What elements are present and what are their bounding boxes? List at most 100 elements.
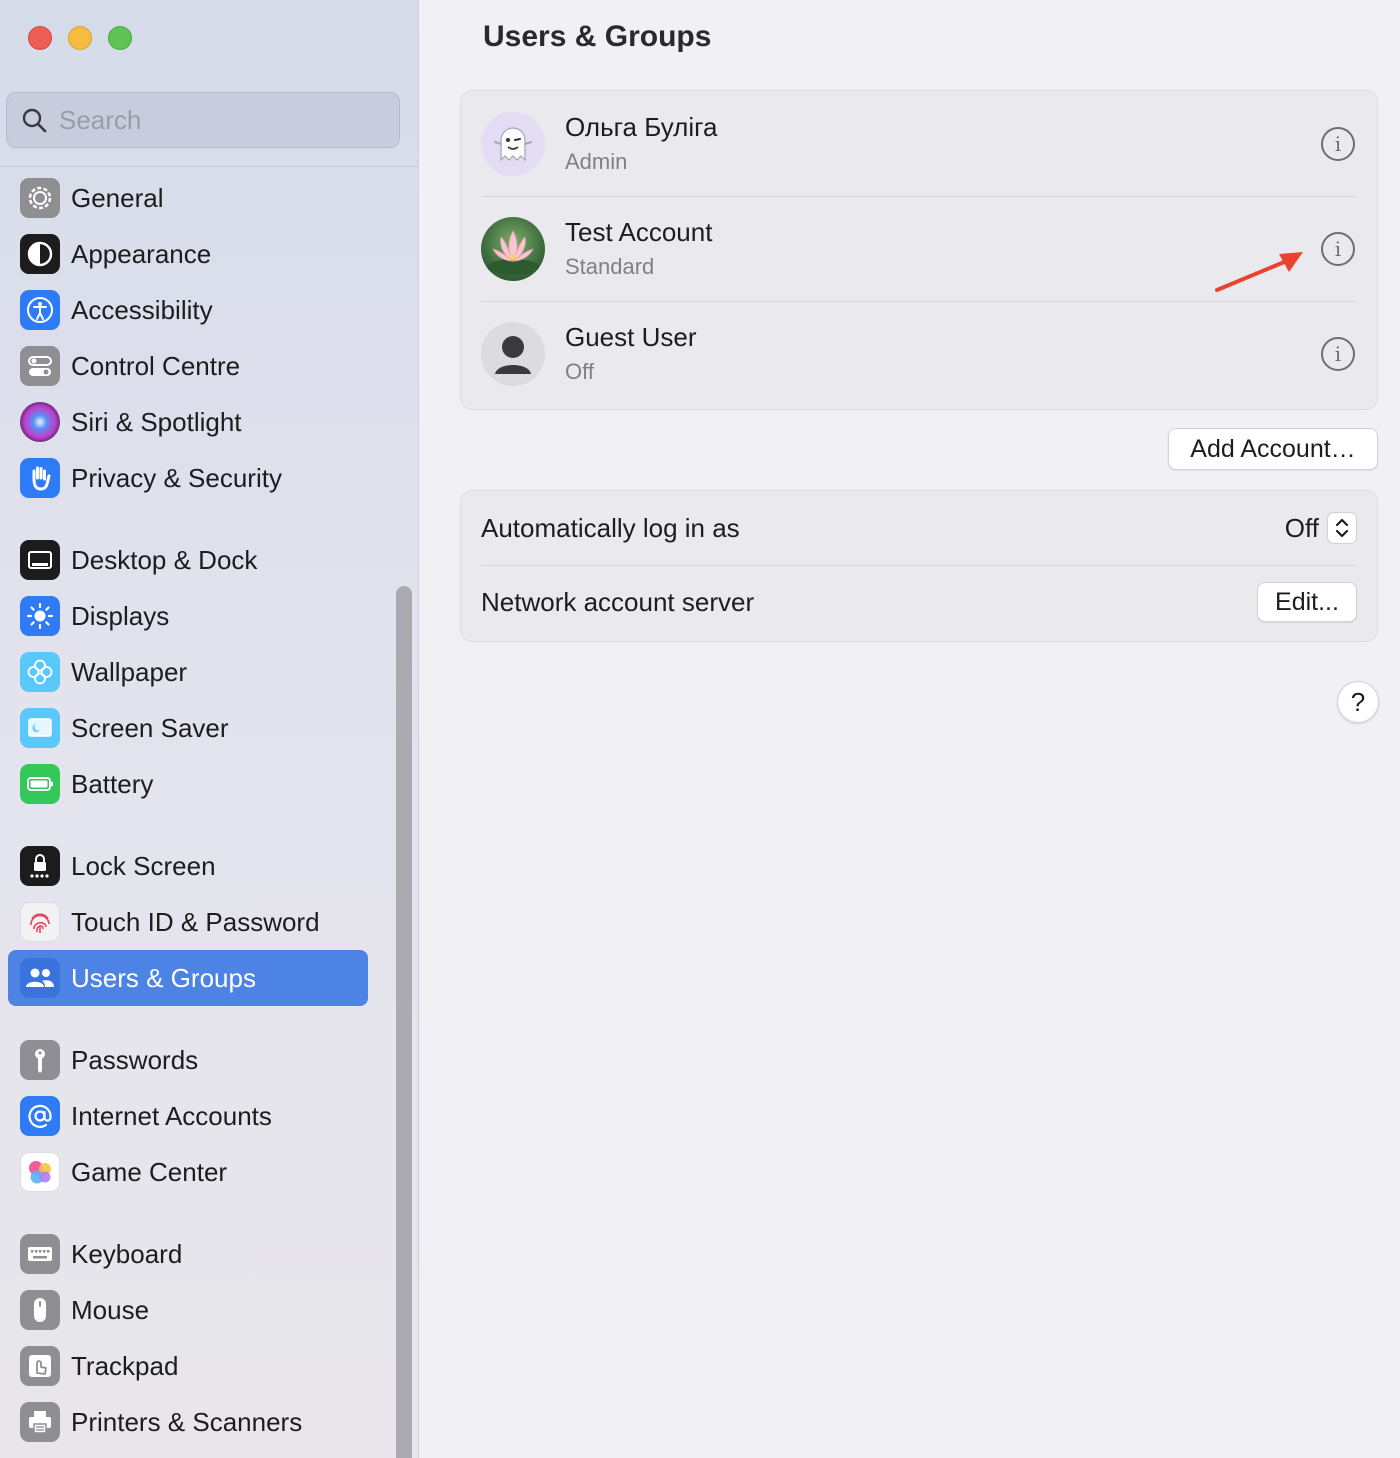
user-role: Off	[565, 359, 594, 384]
login-settings: Automatically log in as Off Network acco…	[460, 490, 1378, 642]
gear-icon	[20, 178, 60, 218]
key-icon	[20, 1040, 60, 1080]
trackpad-icon	[20, 1346, 60, 1386]
sidebar-item-label: Appearance	[71, 238, 212, 269]
sidebar-item-touch-id[interactable]: Touch ID & Password	[8, 894, 368, 950]
lotus-avatar-icon	[481, 216, 545, 281]
accessibility-icon	[20, 290, 60, 330]
sidebar-item-label: Screen Saver	[71, 712, 229, 743]
window-controls	[28, 26, 132, 50]
sidebar-item-label: Displays	[71, 600, 170, 631]
search-input[interactable]	[59, 104, 379, 136]
sidebar-item-label: Accessibility	[71, 294, 213, 325]
sidebar-item-label: Passwords	[71, 1044, 199, 1075]
sidebar: General Appearance Accessibility Control…	[0, 0, 419, 1458]
sidebar-item-users-groups[interactable]: Users & Groups	[8, 950, 368, 1006]
sun-icon	[20, 596, 60, 636]
hand-icon	[20, 458, 60, 498]
auto-login-select[interactable]: Off	[1285, 512, 1357, 544]
info-icon[interactable]: i	[1321, 336, 1355, 371]
siri-icon	[20, 402, 60, 442]
add-account-button[interactable]: Add Account…	[1168, 428, 1378, 470]
sidebar-item-label: Trackpad	[71, 1350, 179, 1381]
auto-login-label: Automatically log in as	[481, 512, 740, 543]
info-icon[interactable]: i	[1321, 231, 1355, 266]
help-button[interactable]: ?	[1337, 681, 1379, 723]
sidebar-item-label: Users & Groups	[71, 962, 256, 993]
sidebar-item-label: Wallpaper	[71, 656, 188, 687]
game-center-icon	[20, 1152, 60, 1192]
edit-network-server-button[interactable]: Edit...	[1257, 582, 1357, 622]
auto-login-row: Automatically log in as Off	[461, 491, 1377, 565]
sidebar-item-desktop-dock[interactable]: Desktop & Dock	[8, 532, 368, 588]
sidebar-item-printers-scanners[interactable]: Printers & Scanners	[8, 1394, 368, 1450]
person-avatar-icon	[481, 321, 545, 386]
sidebar-item-label: Mouse	[71, 1294, 150, 1325]
user-role: Standard	[565, 254, 655, 279]
sidebar-item-displays[interactable]: Displays	[8, 588, 368, 644]
sidebar-item-control-centre[interactable]: Control Centre	[8, 338, 368, 394]
screen-saver-icon	[20, 708, 60, 748]
sidebar-item-label: General	[71, 182, 164, 213]
zoom-window-button[interactable]	[108, 26, 132, 50]
sidebar-item-siri-spotlight[interactable]: Siri & Spotlight	[8, 394, 368, 450]
flower-icon	[20, 652, 60, 692]
sidebar-item-screen-saver[interactable]: Screen Saver	[8, 700, 368, 756]
at-sign-icon	[20, 1096, 60, 1136]
sidebar-item-battery[interactable]: Battery	[8, 756, 368, 812]
sidebar-item-label: Desktop & Dock	[71, 544, 258, 575]
sidebar-item-label: Battery	[71, 768, 154, 799]
lock-icon	[20, 846, 60, 886]
sidebar-item-label: Printers & Scanners	[71, 1406, 303, 1437]
search-icon	[22, 108, 47, 133]
sidebar-item-label: Game Center	[71, 1156, 228, 1187]
auto-login-value: Off	[1284, 512, 1319, 543]
sidebar-item-general[interactable]: General	[8, 170, 368, 226]
sidebar-item-label: Lock Screen	[71, 850, 216, 881]
control-centre-icon	[20, 346, 60, 386]
network-server-label: Network account server	[481, 586, 755, 617]
sidebar-item-mouse[interactable]: Mouse	[8, 1282, 368, 1338]
sidebar-item-label: Control Centre	[71, 350, 241, 381]
sidebar-item-trackpad[interactable]: Trackpad	[8, 1338, 368, 1394]
page-title: Users & Groups	[483, 20, 712, 53]
user-role: Admin	[565, 149, 628, 174]
sidebar-item-game-center[interactable]: Game Center	[8, 1144, 368, 1200]
appearance-icon	[20, 234, 60, 274]
sidebar-item-wallpaper[interactable]: Wallpaper	[8, 644, 368, 700]
main-pane: Users & Groups Ольга Буліга Admin i Test…	[420, 0, 1400, 1458]
minimize-window-button[interactable]	[68, 26, 92, 50]
sidebar-item-label: Touch ID & Password	[71, 906, 320, 937]
user-row[interactable]: Guest User Off i	[461, 301, 1377, 406]
sidebar-item-internet-accounts[interactable]: Internet Accounts	[8, 1088, 368, 1144]
sidebar-item-appearance[interactable]: Appearance	[8, 226, 368, 282]
user-name: Test Account	[565, 217, 713, 247]
sidebar-scrollbar[interactable]	[396, 586, 412, 1458]
sidebar-item-privacy-security[interactable]: Privacy & Security	[8, 450, 368, 506]
sidebar-item-label: Siri & Spotlight	[71, 406, 242, 437]
close-window-button[interactable]	[28, 26, 52, 50]
fingerprint-icon	[20, 902, 60, 942]
mouse-icon	[20, 1290, 60, 1330]
info-icon[interactable]: i	[1321, 126, 1355, 161]
chevron-up-down-icon[interactable]	[1327, 512, 1357, 544]
sidebar-item-keyboard[interactable]: Keyboard	[8, 1226, 368, 1282]
user-name: Guest User	[565, 322, 697, 352]
sidebar-nav: General Appearance Accessibility Control…	[8, 170, 368, 1450]
users-icon	[20, 958, 60, 998]
keyboard-icon	[20, 1234, 60, 1274]
ghost-avatar-icon	[481, 111, 545, 176]
network-server-row: Network account server Edit...	[461, 565, 1377, 639]
sidebar-divider	[0, 166, 418, 167]
battery-icon	[20, 764, 60, 804]
sidebar-item-lock-screen[interactable]: Lock Screen	[8, 838, 368, 894]
annotation-arrow-icon	[1215, 252, 1303, 292]
printer-icon	[20, 1402, 60, 1442]
sidebar-item-label: Internet Accounts	[71, 1100, 272, 1131]
search-field[interactable]	[6, 92, 400, 148]
sidebar-item-passwords[interactable]: Passwords	[8, 1032, 368, 1088]
sidebar-item-label: Keyboard	[71, 1238, 183, 1269]
sidebar-item-label: Privacy & Security	[71, 462, 282, 493]
sidebar-item-accessibility[interactable]: Accessibility	[8, 282, 368, 338]
user-row[interactable]: Ольга Буліга Admin i	[461, 91, 1377, 196]
